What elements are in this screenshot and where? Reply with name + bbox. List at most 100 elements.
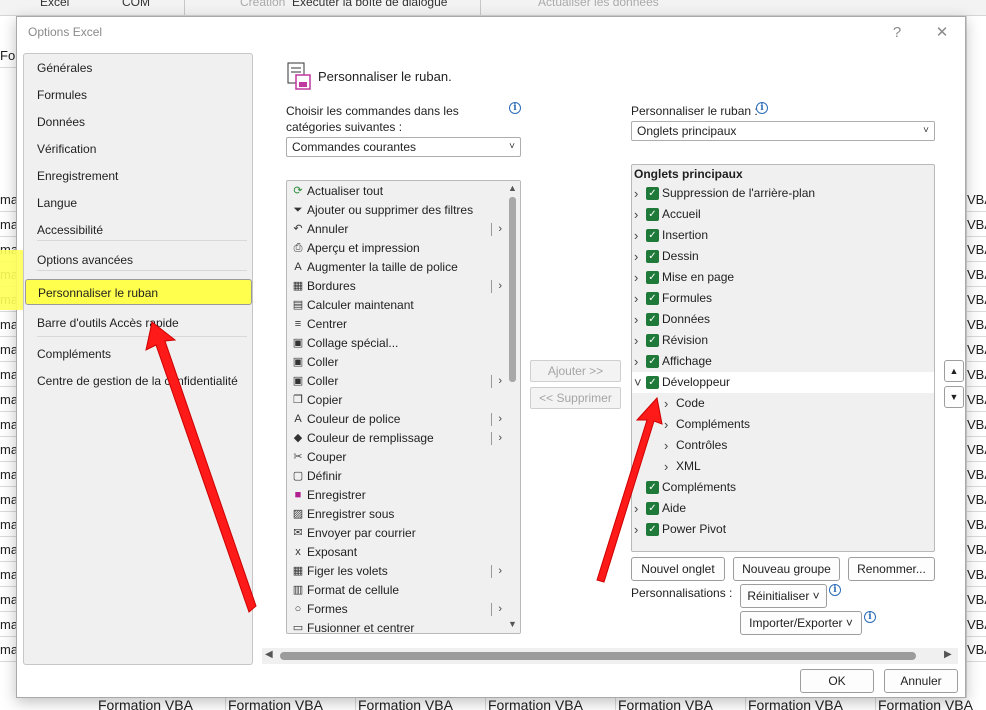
horizontal-scrollbar[interactable]: ◀ ▶	[262, 648, 958, 664]
choose-commands-dropdown[interactable]: Commandes courantes ˅	[286, 137, 521, 157]
sheet-cell[interactable]: ma	[0, 387, 16, 412]
sheet-cell[interactable]: ma	[0, 412, 16, 437]
command-item[interactable]: ■ Enregistrer	[289, 486, 504, 505]
command-item[interactable]: ▭ Fusionner et centrer	[289, 619, 504, 633]
move-down-button[interactable]: ▼	[944, 386, 964, 408]
sheet-cell[interactable]: VBA	[967, 287, 986, 312]
sheet-cell[interactable]: VBA	[967, 587, 986, 612]
tree-row[interactable]: › Compléments	[632, 414, 934, 435]
chevron-right-icon[interactable]: ›	[498, 372, 502, 391]
reset-button[interactable]: Réinitialiser ˅	[740, 584, 827, 608]
chevron-right-icon[interactable]: ›	[634, 330, 638, 351]
add-button[interactable]: Ajouter >>	[530, 360, 621, 382]
chevron-right-icon[interactable]: ›	[664, 393, 668, 414]
nav-item-donnees[interactable]: Données	[30, 109, 248, 135]
ribbon-item-refresh-data[interactable]: Actualiser les données	[538, 0, 659, 9]
chevron-right-icon[interactable]: ›	[634, 498, 638, 519]
command-item[interactable]: ▦ Figer les volets ›	[289, 562, 504, 581]
tree-row[interactable]: › ✓ Révision	[632, 330, 934, 351]
sheet-cell[interactable]: ma	[0, 462, 16, 487]
checkbox-checked[interactable]: ✓	[646, 250, 659, 263]
sheet-cell[interactable]: VBA	[967, 337, 986, 362]
command-item[interactable]: ▢ Définir	[289, 467, 504, 486]
nav-item-formules[interactable]: Formules	[30, 82, 248, 108]
info-icon[interactable]: i	[509, 102, 521, 114]
command-item[interactable]: ▣ Coller	[289, 353, 504, 372]
sheet-cell[interactable]: ma	[0, 437, 16, 462]
customize-ribbon-dropdown[interactable]: Onglets principaux ˅	[631, 121, 935, 141]
sheet-cell[interactable]: ma	[0, 312, 16, 337]
nav-item-langue[interactable]: Langue	[30, 190, 248, 216]
sheet-cell[interactable]: Formation VBA	[356, 698, 486, 710]
move-up-button[interactable]: ▲	[944, 360, 964, 382]
chevron-right-icon[interactable]: ›	[498, 220, 502, 239]
chevron-right-icon[interactable]: ›	[634, 351, 638, 372]
sheet-cell[interactable]: Formation VBA	[746, 698, 876, 710]
chevron-right-icon[interactable]: ›	[498, 277, 502, 296]
sheet-cell[interactable]: ma	[0, 637, 16, 662]
close-button[interactable]: ✕	[932, 23, 952, 43]
sheet-cell[interactable]: Formation VBA	[226, 698, 356, 710]
sheet-cell[interactable]: For	[0, 43, 16, 68]
command-item[interactable]: ❐ Copier	[289, 391, 504, 410]
checkbox-checked[interactable]: ✓	[646, 187, 659, 200]
scroll-right-icon[interactable]: ▶	[944, 649, 952, 660]
checkbox-checked[interactable]: ✓	[646, 355, 659, 368]
sheet-cell[interactable]: ma	[0, 587, 16, 612]
commands-scrollbar[interactable]: ▲ ▼	[505, 181, 520, 633]
command-item[interactable]: ▦ Bordures ›	[289, 277, 504, 296]
sheet-cell[interactable]: ma	[0, 512, 16, 537]
checkbox-checked[interactable]: ✓	[646, 334, 659, 347]
chevron-right-icon[interactable]: ›	[498, 410, 502, 429]
rename-button[interactable]: Renommer...	[848, 557, 935, 581]
sheet-cell[interactable]: VBA	[967, 362, 986, 387]
sheet-cell[interactable]: VBA	[967, 637, 986, 662]
chevron-right-icon[interactable]: ›	[634, 246, 638, 267]
command-item[interactable]: ▣ Collage spécial...	[289, 334, 504, 353]
sheet-cell[interactable]: VBA	[967, 237, 986, 262]
new-group-button[interactable]: Nouveau groupe	[733, 557, 840, 581]
command-item[interactable]: ↶ Annuler ›	[289, 220, 504, 239]
chevron-right-icon[interactable]: ›	[664, 456, 668, 477]
ribbon-item-dialog-launcher[interactable]: Exécuter la boîte de dialogue	[292, 0, 447, 9]
tree-row[interactable]: › Contrôles	[632, 435, 934, 456]
command-item[interactable]: x Exposant	[289, 543, 504, 562]
sheet-cell[interactable]: VBA	[967, 187, 986, 212]
tree-row[interactable]: ✓ Compléments	[632, 477, 934, 498]
tree-row[interactable]: › ✓ Accueil	[632, 204, 934, 225]
command-item[interactable]: ▥ Format de cellule	[289, 581, 504, 600]
nav-item-enregistrement[interactable]: Enregistrement	[30, 163, 248, 189]
checkbox-checked[interactable]: ✓	[646, 208, 659, 221]
tree-row[interactable]: › ✓ Insertion	[632, 225, 934, 246]
scroll-up-icon[interactable]: ▲	[507, 183, 518, 193]
command-item[interactable]: ○ Formes ›	[289, 600, 504, 619]
sheet-cell[interactable]: VBA	[967, 512, 986, 537]
checkbox-checked[interactable]: ✓	[646, 313, 659, 326]
checkbox-checked[interactable]: ✓	[646, 292, 659, 305]
ok-button[interactable]: OK	[800, 669, 874, 693]
nav-item-verification[interactable]: Vérification	[30, 136, 248, 162]
chevron-right-icon[interactable]: ›	[498, 429, 502, 448]
sheet-cell[interactable]: Formation VBA	[616, 698, 746, 710]
tree-row[interactable]: › ✓ Power Pivot	[632, 519, 934, 540]
tree-row[interactable]: › ✓ Mise en page	[632, 267, 934, 288]
sheet-cell[interactable]: VBA	[967, 312, 986, 337]
command-item[interactable]: ◆ Couleur de remplissage ›	[289, 429, 504, 448]
tree-row[interactable]: › ✓ Formules	[632, 288, 934, 309]
cancel-button[interactable]: Annuler	[884, 669, 958, 693]
chevron-right-icon[interactable]: ›	[664, 435, 668, 456]
nav-item-personnaliser-ruban[interactable]: Personnaliser le ruban	[25, 279, 252, 305]
sheet-cell[interactable]: ma	[0, 537, 16, 562]
tree-row[interactable]: › ✓ Aide	[632, 498, 934, 519]
sheet-cell[interactable]: VBA	[967, 537, 986, 562]
command-item[interactable]: ▤ Calculer maintenant	[289, 296, 504, 315]
scroll-down-icon[interactable]: ▼	[507, 619, 518, 629]
command-item[interactable]: ✉ Envoyer par courrier	[289, 524, 504, 543]
chevron-right-icon[interactable]: ›	[634, 225, 638, 246]
checkbox-checked[interactable]: ✓	[646, 376, 659, 389]
commands-list[interactable]: ▲ ▼ ⟳ Actualiser tout ⏷ Ajouter ou supprime…	[286, 180, 521, 634]
chevron-right-icon[interactable]: ›	[634, 309, 638, 330]
nav-item-barre-acces-rapide[interactable]: Barre d'outils Accès rapide	[30, 310, 248, 336]
checkbox-checked[interactable]: ✓	[646, 271, 659, 284]
sheet-cell[interactable]: VBA	[967, 612, 986, 637]
